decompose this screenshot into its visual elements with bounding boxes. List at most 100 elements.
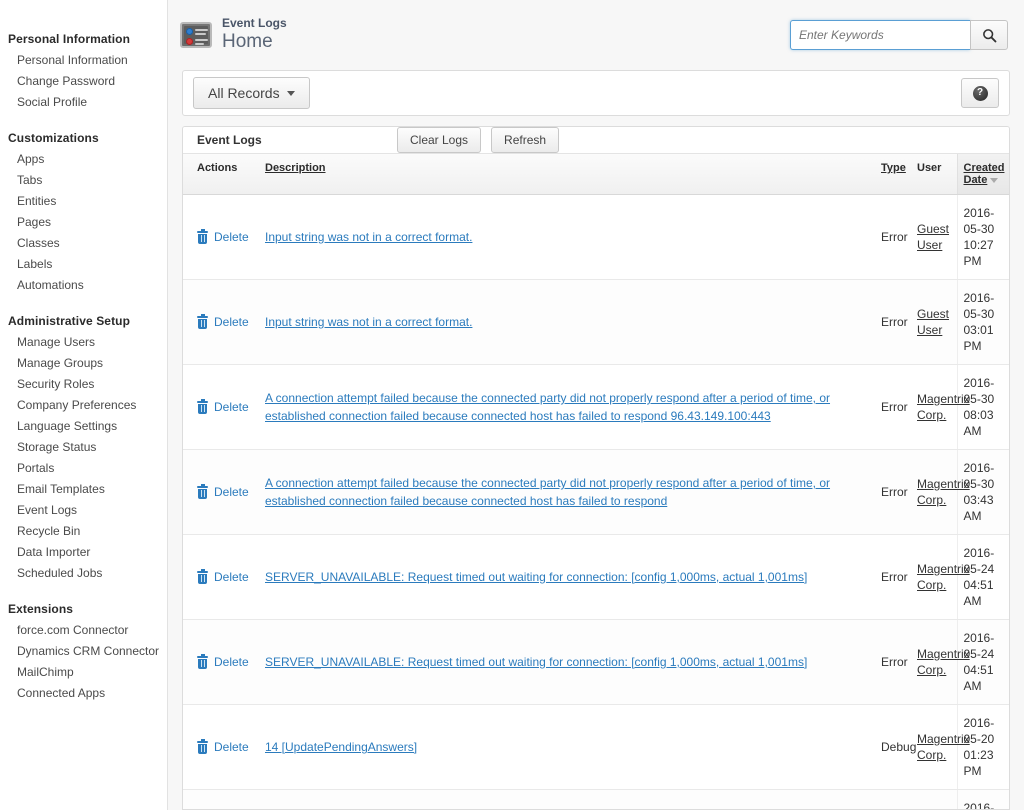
help-button[interactable]: ? (961, 78, 999, 108)
cell-created-date: 2016-05-30 03:01 PM (956, 279, 1009, 365)
delete-button[interactable]: Delete (197, 654, 253, 669)
sidebar-item[interactable]: Email Templates (0, 479, 167, 500)
search-input[interactable] (790, 20, 970, 50)
user-link[interactable]: Guest User (917, 306, 951, 338)
sidebar-item[interactable]: Social Profile (0, 92, 167, 113)
sidebar-item[interactable]: Recycle Bin (0, 521, 167, 542)
sidebar-item[interactable]: Security Roles (0, 374, 167, 395)
sidebar-item[interactable]: Tabs (0, 170, 167, 191)
cell-user: Guest User (911, 279, 957, 365)
delete-button[interactable]: Delete (197, 399, 253, 414)
user-link[interactable]: Magentrix Corp. (917, 476, 970, 508)
log-description-link[interactable]: SERVER_UNAVAILABLE: Request timed out wa… (265, 568, 869, 586)
log-description-link[interactable]: Input string was not in a correct format… (265, 228, 869, 246)
column-user: User (911, 154, 957, 195)
sidebar-item[interactable]: Personal Information (0, 50, 167, 71)
table-row: Delete Input string was not in a correct … (183, 279, 1009, 365)
cell-created-date: 2016-05-30 08:03 AM (956, 364, 1009, 450)
sidebar-item[interactable]: MailChimp (0, 662, 167, 683)
column-type: Type (875, 154, 911, 195)
user-link[interactable]: Magentrix Corp. (917, 731, 970, 763)
sidebar-group: Personal Information Personal Information… (0, 30, 167, 113)
cell-created-date: 2016-05-24 04:51 AM (956, 619, 1009, 705)
sidebar-item[interactable]: Labels (0, 254, 167, 275)
search-icon (982, 28, 996, 42)
cell-created-date: 2016-05-24 04:51 AM (956, 534, 1009, 620)
table-row: Delete SERVER_UNAVAILABLE: Request timed … (183, 534, 1009, 620)
cell-actions: Delete (183, 704, 259, 790)
trash-icon (197, 739, 208, 754)
cell-created-date: 2016-05-30 10:27 PM (956, 194, 1009, 280)
delete-label: Delete (214, 485, 249, 499)
clear-logs-button[interactable]: Clear Logs (397, 127, 482, 153)
sidebar-item[interactable]: Manage Users (0, 332, 167, 353)
sidebar-item[interactable]: Event Logs (0, 500, 167, 521)
sidebar-item[interactable]: Entities (0, 191, 167, 212)
table-row: Delete A connection attempt failed becaus… (183, 364, 1009, 450)
log-description-link[interactable]: SERVER_UNAVAILABLE: Request timed out wa… (265, 653, 869, 671)
log-description-link[interactable]: A connection attempt failed because the … (265, 474, 869, 510)
trash-icon (197, 314, 208, 329)
cell-user: Magentrix Corp. (911, 704, 970, 790)
sidebar-item[interactable]: Data Importer (0, 542, 167, 563)
cell-user: Magentrix Corp. (911, 789, 957, 809)
sidebar-item[interactable]: Scheduled Jobs (0, 563, 167, 584)
sidebar-item[interactable]: Storage Status (0, 437, 167, 458)
cell-type: Debug (875, 704, 916, 790)
cell-description: Input string was not in a correct format… (259, 279, 875, 365)
all-records-dropdown[interactable]: All Records (193, 77, 310, 109)
delete-button[interactable]: Delete (197, 569, 253, 584)
cell-created-date: 2016-05-20 01:18 PM (956, 789, 1009, 809)
sidebar-group-title: Extensions (8, 602, 74, 616)
delete-button[interactable]: Delete (197, 229, 253, 244)
cell-user: Guest User (911, 194, 957, 280)
delete-button[interactable]: Delete (197, 739, 253, 754)
all-records-label: All Records (208, 85, 280, 101)
event-log-monitor-icon (180, 21, 212, 48)
table-body: Delete Input string was not in a correct … (183, 194, 1009, 809)
refresh-button[interactable]: Refresh (491, 127, 560, 153)
sidebar-item[interactable]: Connected Apps (0, 683, 167, 704)
sidebar-item[interactable]: Classes (0, 233, 167, 254)
top-bar: Event Logs Home (168, 0, 1024, 70)
trash-icon (197, 569, 208, 584)
sidebar-item[interactable]: force.com Connector (0, 620, 167, 641)
cell-user: Magentrix Corp. (911, 364, 970, 450)
trash-icon (197, 484, 208, 499)
cell-created-date: 2016-05-20 01:23 PM (956, 704, 1009, 790)
table-row: Delete 14 [UpdatePendingAnswers] Debug Mage… (183, 704, 1009, 790)
sidebar-item[interactable]: Apps (0, 149, 167, 170)
delete-label: Delete (214, 570, 249, 584)
log-description-link[interactable]: 14 [UpdatePendingAnswers] (265, 738, 869, 756)
sort-desc-icon (990, 177, 999, 183)
cell-description: A connection attempt failed because the … (259, 364, 875, 450)
user-link[interactable]: Guest User (917, 221, 951, 253)
user-link[interactable]: Magentrix Corp. (917, 391, 970, 423)
sidebar-item[interactable]: Company Preferences (0, 395, 167, 416)
log-description-link[interactable]: A connection attempt failed because the … (265, 389, 869, 425)
sidebar-item[interactable]: Automations (0, 275, 167, 296)
delete-label: Delete (214, 315, 249, 329)
log-description-link[interactable]: Input string was not in a correct format… (265, 313, 869, 331)
table-row: Delete A connection attempt failed becaus… (183, 449, 1009, 535)
cell-description: SERVER_UNAVAILABLE: Request timed out wa… (259, 534, 875, 620)
user-link[interactable]: Magentrix Corp. (917, 646, 970, 678)
search-button[interactable] (970, 20, 1008, 50)
sidebar-item[interactable]: Language Settings (0, 416, 167, 437)
panel-header: Event Logs Clear Logs Refresh (183, 127, 1009, 154)
delete-button[interactable]: Delete (197, 484, 253, 499)
user-link[interactable]: Magentrix Corp. (917, 561, 970, 593)
sidebar-item[interactable]: Change Password (0, 71, 167, 92)
cell-description: Input string was not in a correct format… (259, 194, 875, 280)
sidebar-item[interactable]: Pages (0, 212, 167, 233)
sidebar-item[interactable]: Dynamics CRM Connector (0, 641, 167, 662)
delete-button[interactable]: Delete (197, 314, 253, 329)
sidebar-item[interactable]: Manage Groups (0, 353, 167, 374)
trash-icon (197, 229, 208, 244)
event-logs-panel: Event Logs Clear Logs Refresh Actions De… (182, 126, 1010, 810)
sort-by-description[interactable]: Description (265, 162, 326, 174)
app-identity: Event Logs Home (180, 17, 790, 52)
cell-user: Magentrix Corp. (911, 619, 970, 705)
sidebar-item[interactable]: Portals (0, 458, 167, 479)
sort-by-type[interactable]: Type (881, 162, 906, 174)
